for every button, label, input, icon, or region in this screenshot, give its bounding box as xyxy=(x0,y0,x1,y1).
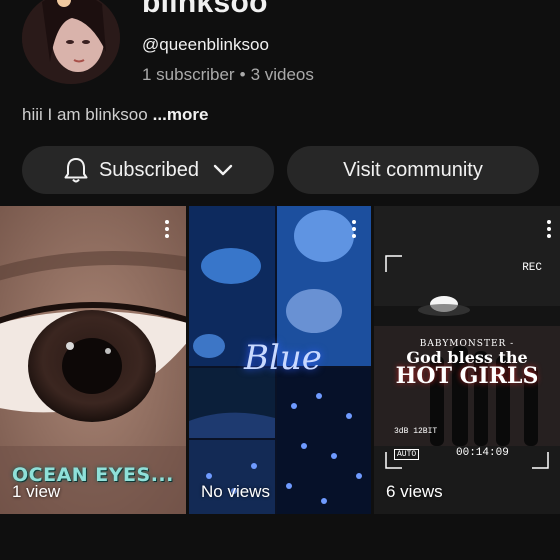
channel-avatar[interactable] xyxy=(22,0,120,84)
separator-dot: • xyxy=(239,65,246,84)
more-vertical-icon[interactable] xyxy=(162,220,172,238)
subscribed-button[interactable]: Subscribed xyxy=(22,146,274,194)
rec-indicator: REC xyxy=(522,262,542,274)
short-ocean-eyes[interactable]: OCEAN EYES... 1 view xyxy=(0,206,186,514)
channel-stats: 1 subscriber • 3 videos xyxy=(142,65,314,85)
bell-icon xyxy=(63,156,89,184)
view-count: 1 view xyxy=(12,482,61,501)
timecode: 00:14:09 xyxy=(456,447,509,459)
bio-text: hiii I am blinksoo xyxy=(22,105,148,124)
short-hot-girls[interactable]: REC BABYMONSTER - God bless the HOT GIRL… xyxy=(374,206,560,514)
subscribed-label: Subscribed xyxy=(98,158,200,181)
channel-name: blinksoo xyxy=(142,0,268,19)
chevron-down-icon xyxy=(213,164,233,176)
channel-description[interactable]: hiii I am blinksoo ...more xyxy=(22,105,208,125)
view-count: No views xyxy=(201,482,270,501)
short-blue[interactable]: Blue No views xyxy=(189,206,371,514)
subscriber-count: 1 subscriber xyxy=(142,65,235,84)
video-count: 3 videos xyxy=(250,65,314,84)
more-link[interactable]: ...more xyxy=(153,105,209,124)
shorts-grid: OCEAN EYES... 1 view Blue No views REC B… xyxy=(0,206,560,514)
channel-handle: @queenblinksoo xyxy=(142,35,269,54)
auto-badge: AUTO xyxy=(394,449,420,460)
more-vertical-icon[interactable] xyxy=(349,220,359,238)
overlay-title: Blue xyxy=(244,338,322,378)
visit-community-button[interactable]: Visit community xyxy=(287,146,539,194)
more-vertical-icon[interactable] xyxy=(544,220,554,238)
visit-community-label: Visit community xyxy=(343,158,483,181)
view-count: 6 views xyxy=(386,482,443,501)
camera-info: 3dB 12BIT xyxy=(394,427,438,436)
overlay-line-2: HOT GIRLS xyxy=(395,363,539,389)
